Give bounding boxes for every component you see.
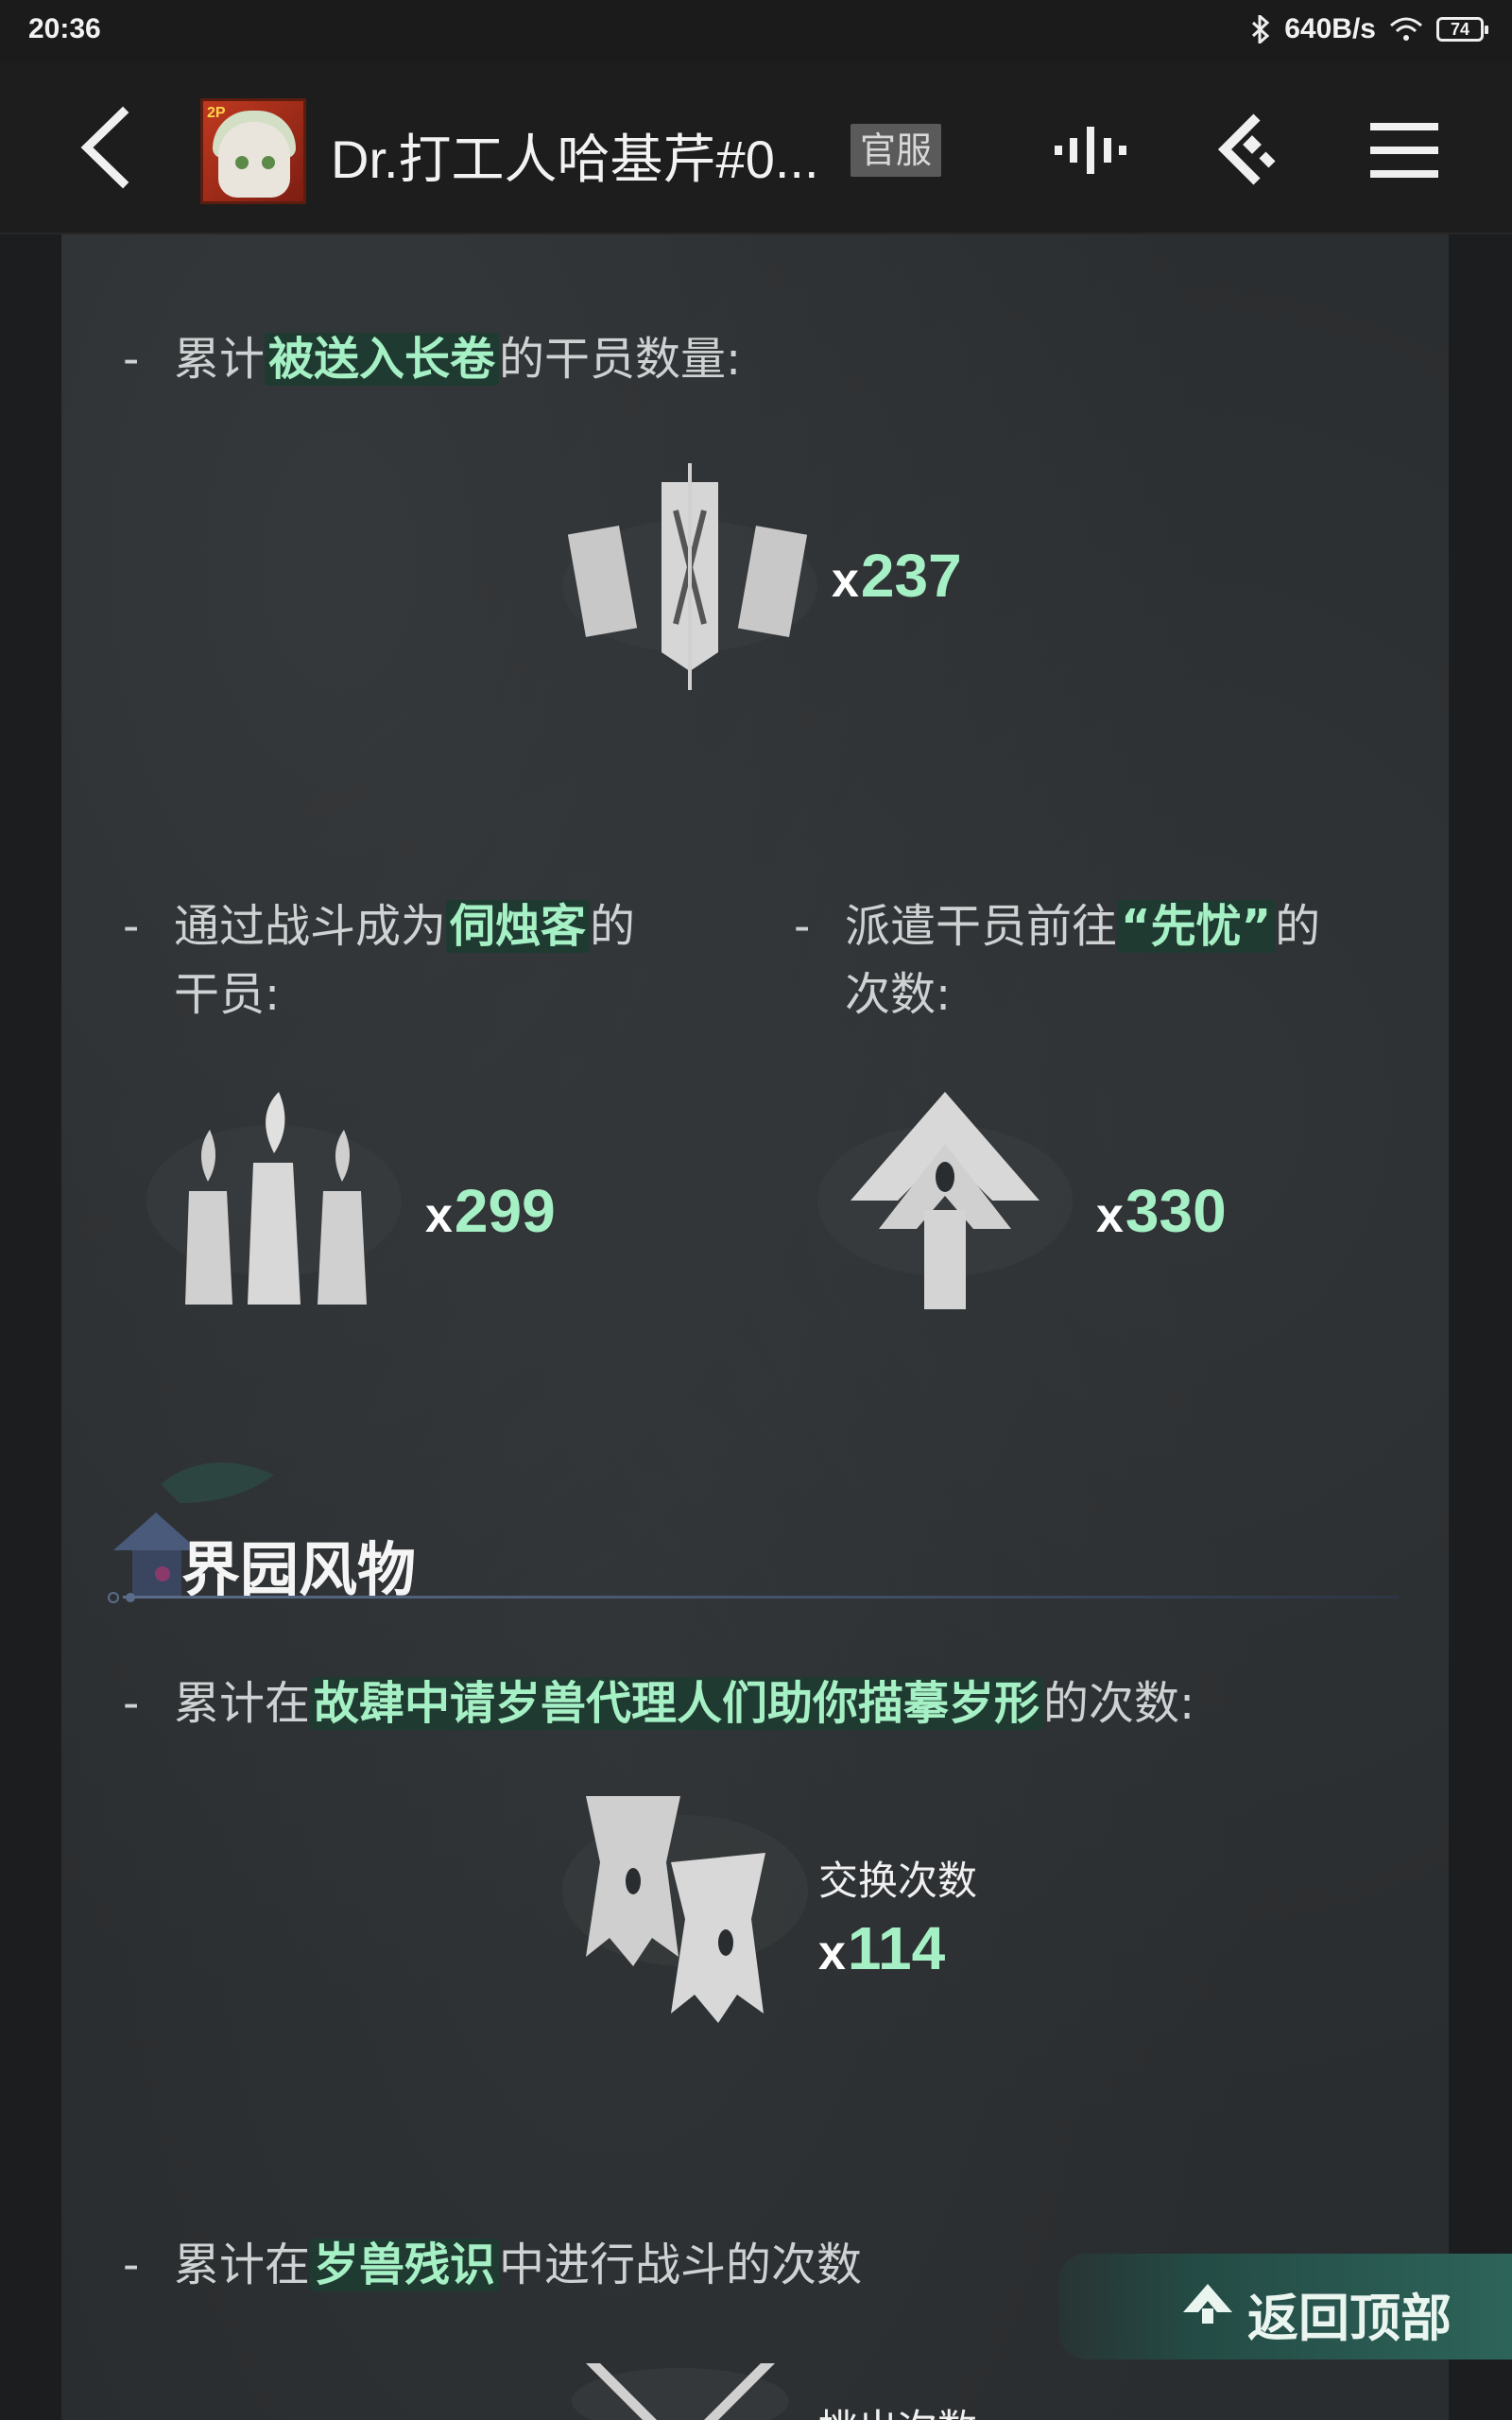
section-divider bbox=[123, 1596, 1399, 1599]
candles-icon bbox=[146, 1092, 402, 1305]
label-prefix: 通过战斗成为 bbox=[174, 900, 447, 953]
avatar-face bbox=[218, 122, 290, 198]
top-nav: 2P Dr.打工人哈基芹#0... 官服 bbox=[0, 62, 1512, 234]
scroll-stat-label: - 累计被送入长卷的干员数量: bbox=[123, 321, 741, 388]
candle-stat-label-line2: 干员: bbox=[174, 968, 281, 1021]
label-suffix: 的干员数量: bbox=[499, 333, 742, 386]
label-prefix: 累计在 bbox=[174, 2238, 311, 2291]
label-suffix: 的次数: bbox=[1043, 1677, 1195, 1730]
bullet-dash: - bbox=[794, 900, 811, 953]
label-highlight: 岁兽残识 bbox=[310, 2238, 500, 2291]
label-highlight: 伺烛客 bbox=[446, 900, 591, 953]
share-icon[interactable] bbox=[1206, 110, 1287, 191]
status-time: 20:36 bbox=[28, 13, 101, 44]
status-right: 640B/s 74 bbox=[1250, 13, 1488, 45]
garden-stat-value: x114 bbox=[818, 1914, 946, 1982]
scroll-stat-value: x237 bbox=[832, 542, 962, 610]
crossed-blades-icon bbox=[572, 2363, 789, 2420]
battle-stat-label: - 累计在岁兽残识中进行战斗的次数 bbox=[123, 2227, 862, 2293]
label-suffix: 的 bbox=[1275, 900, 1321, 953]
avatar-tag: 2P bbox=[207, 105, 226, 121]
bullet-dash: - bbox=[123, 333, 140, 386]
value-number: 114 bbox=[847, 1914, 946, 1982]
wifi-icon bbox=[1390, 17, 1422, 41]
label-highlight: “先忧” bbox=[1117, 900, 1276, 953]
server-badge: 官服 bbox=[850, 124, 942, 177]
value-number: 330 bbox=[1125, 1177, 1227, 1245]
garden-stat-label: - 累计在故肆中请岁兽代理人们助你描摹岁形的次数: bbox=[123, 1666, 1194, 1732]
pagoda-arrow-icon bbox=[817, 1092, 1073, 1309]
page-title: Dr.打工人哈基芹#0... bbox=[331, 130, 819, 189]
candle-stat-label: - 通过战斗成为伺烛客的 bbox=[123, 889, 635, 955]
label-suffix: 的 bbox=[590, 900, 636, 953]
menu-icon[interactable] bbox=[1365, 110, 1446, 191]
network-speed: 640B/s bbox=[1284, 13, 1376, 44]
avatar[interactable]: 2P bbox=[200, 98, 306, 204]
bullet-dash: - bbox=[123, 900, 140, 953]
back-to-top-button[interactable]: 返回顶部 bbox=[1058, 2254, 1512, 2360]
worry-stat-value: x330 bbox=[1096, 1177, 1227, 1245]
worry-stat-label: - 派遣干员前往“先忧”的 bbox=[794, 889, 1320, 955]
back-arrow-icon[interactable] bbox=[76, 105, 142, 190]
exchange-count-caption: 交换次数 bbox=[818, 1858, 978, 1904]
section-title-garden: 界园风物 bbox=[181, 1535, 417, 1604]
label-suffix: 中进行战斗的次数 bbox=[499, 2238, 863, 2291]
up-arrow-icon bbox=[1183, 2284, 1232, 2324]
label-prefix: 累计在 bbox=[174, 1677, 311, 1730]
bullet-dash: - bbox=[123, 1677, 140, 1730]
worry-stat-label-line2: 次数: bbox=[845, 968, 952, 1021]
back-to-top-label: 返回顶部 bbox=[1247, 2288, 1452, 2348]
value-number: 299 bbox=[454, 1177, 556, 1245]
banner-scroll-icon bbox=[562, 463, 817, 690]
battery-icon: 74 bbox=[1436, 17, 1488, 42]
battle-count-caption: 挑出次数 bbox=[818, 2397, 977, 2420]
label-highlight: 故肆中请岁兽代理人们助你描摹岁形 bbox=[310, 1677, 1044, 1730]
waveform-icon[interactable] bbox=[1051, 110, 1132, 191]
avatar-eye bbox=[262, 156, 275, 169]
trade-banners-icon bbox=[562, 1796, 808, 2023]
bullet-dash: - bbox=[123, 2238, 140, 2291]
label-highlight: 被送入长卷 bbox=[265, 333, 500, 386]
candle-stat-value: x299 bbox=[425, 1177, 556, 1245]
battery-level: 74 bbox=[1450, 20, 1470, 39]
value-number: 237 bbox=[860, 542, 962, 610]
status-bar: 20:36 640B/s 74 bbox=[0, 0, 1512, 62]
label-prefix: 累计 bbox=[174, 333, 266, 386]
bluetooth-icon bbox=[1252, 15, 1270, 43]
avatar-eye bbox=[235, 156, 249, 169]
label-prefix: 派遣干员前往 bbox=[845, 900, 1118, 953]
